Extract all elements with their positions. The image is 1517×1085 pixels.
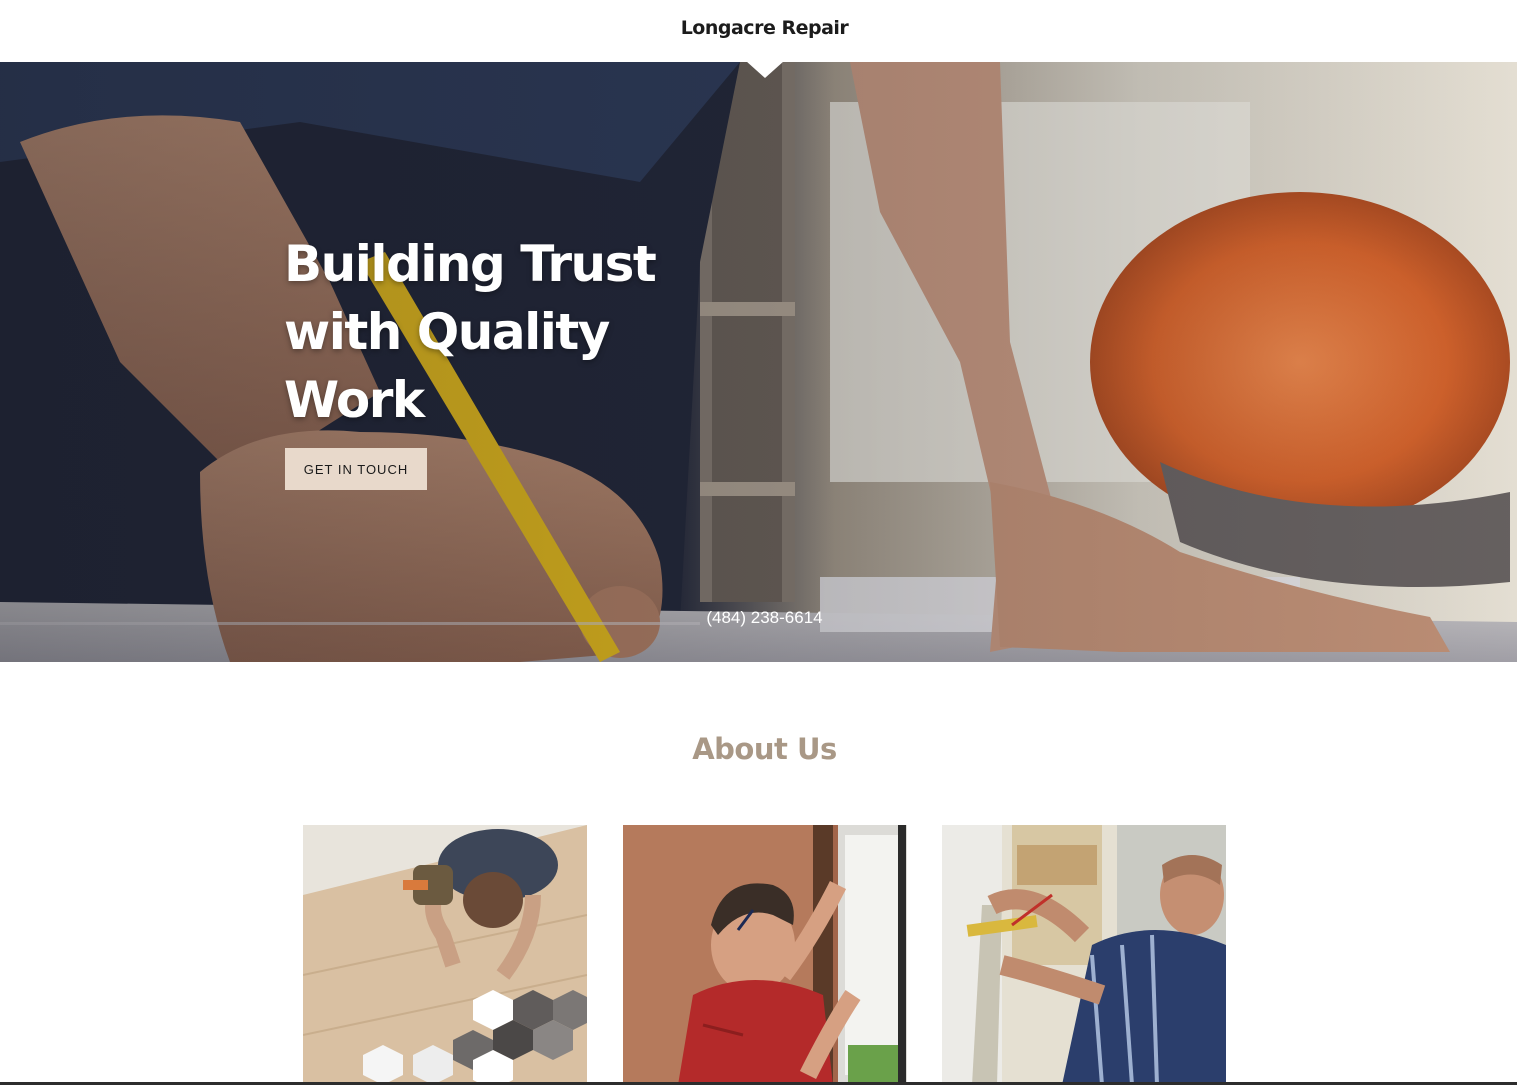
header-notch-arrow xyxy=(746,61,784,78)
about-image-window-install xyxy=(623,825,907,1085)
site-header: Longacre Repair xyxy=(0,0,1517,62)
about-image-wall-measuring xyxy=(942,825,1226,1085)
hero-heading: Building Trust with Quality Work xyxy=(284,235,657,429)
window-install-photo xyxy=(623,825,907,1085)
hero-section: Building Trust with Quality Work GET IN … xyxy=(0,62,1517,662)
wall-measuring-photo xyxy=(942,825,1226,1085)
phone-link[interactable]: (484) 238-6614 xyxy=(0,608,1517,628)
floor-tiling-photo xyxy=(303,825,587,1085)
hero-overlay xyxy=(0,62,1517,662)
about-image-floor-tiling xyxy=(303,825,587,1085)
about-us-heading: About Us xyxy=(692,732,837,766)
get-in-touch-button[interactable]: GET IN TOUCH xyxy=(285,448,427,490)
about-image-grid xyxy=(303,825,1227,1085)
site-title[interactable]: Longacre Repair xyxy=(0,17,1517,39)
